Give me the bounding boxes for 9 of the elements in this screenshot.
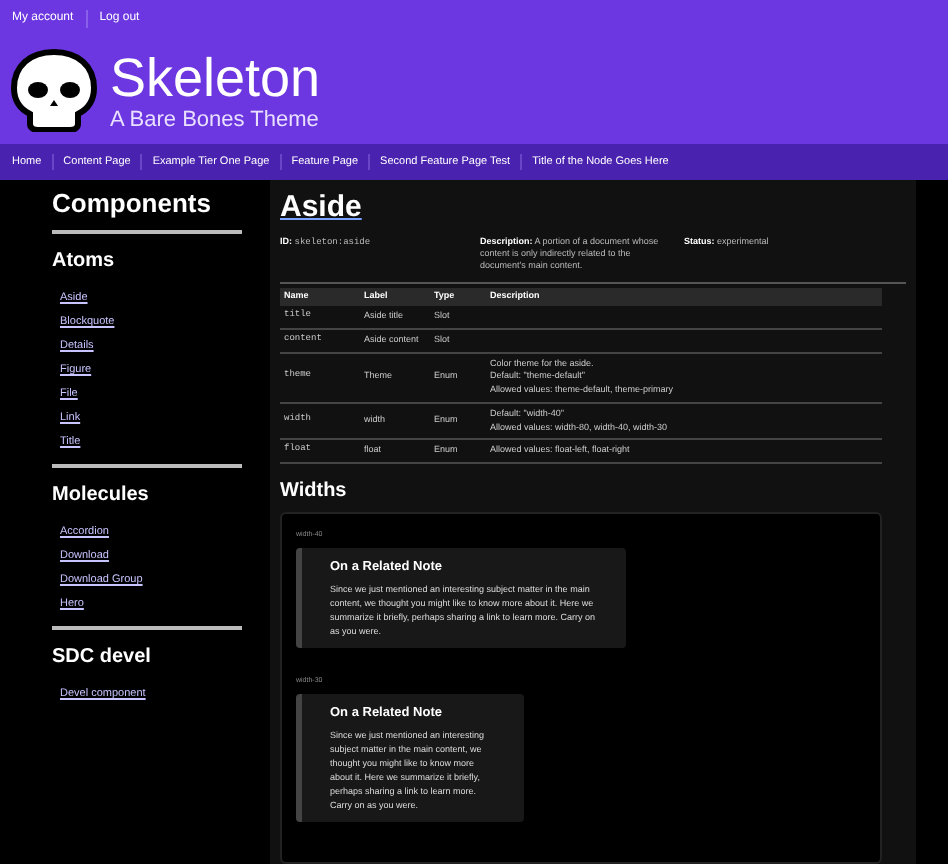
sidebar-group-title: SDC devel (52, 646, 153, 670)
sidebar-title: Components (52, 188, 213, 220)
component-title: Aside (280, 188, 364, 228)
section-title: Widths (280, 480, 349, 504)
skull-logo (10, 48, 98, 132)
site-slogan: A Bare Bones Theme (110, 108, 321, 132)
sidebar-group-title: Atoms (52, 250, 117, 274)
site-name[interactable]: Skeleton (110, 48, 321, 108)
sidebar-group-title: Molecules (52, 484, 151, 508)
